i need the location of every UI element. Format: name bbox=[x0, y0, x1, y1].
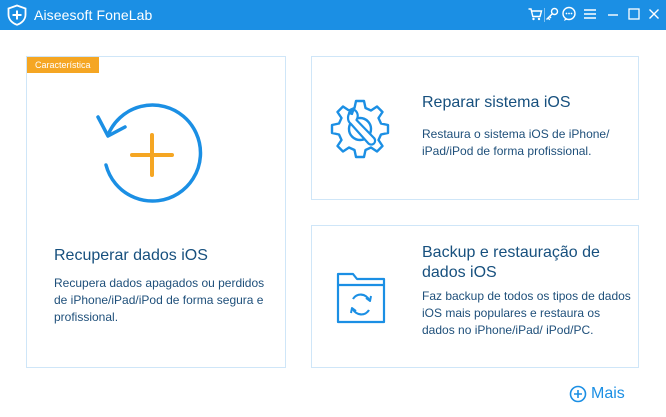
feature-badge: Característica bbox=[27, 57, 99, 73]
maximize-icon[interactable] bbox=[626, 6, 642, 22]
restore-plus-icon bbox=[96, 103, 203, 203]
app-title: Aiseesoft FoneLab bbox=[34, 7, 153, 23]
backup-card-title: Backup e restauração de dados iOS bbox=[422, 244, 600, 281]
recover-card-title: Recuperar dados iOS bbox=[54, 247, 208, 264]
folder-sync-icon bbox=[336, 272, 386, 324]
wrench-gear-icon bbox=[330, 99, 390, 159]
close-icon[interactable] bbox=[646, 6, 662, 22]
shield-plus-icon bbox=[7, 4, 27, 26]
recover-ios-data-card[interactable]: Característica Recuperar dados iOS Recup… bbox=[26, 56, 286, 368]
more-label: Mais bbox=[591, 385, 625, 402]
backup-restore-card[interactable]: Backup e restauração de dados iOS Faz ba… bbox=[311, 225, 639, 368]
key-icon[interactable] bbox=[544, 6, 560, 22]
titlebar-separator bbox=[544, 8, 545, 22]
title-bar: Aiseesoft FoneLab bbox=[0, 0, 666, 30]
minimize-icon[interactable] bbox=[605, 6, 621, 22]
plus-circle-icon bbox=[569, 385, 587, 403]
repair-ios-system-card[interactable]: Reparar sistema iOS Restaura o sistema i… bbox=[311, 56, 639, 200]
menu-icon[interactable] bbox=[582, 6, 598, 22]
recover-card-description: Recupera dados apagados ou perdidos de i… bbox=[54, 276, 265, 324]
repair-card-title: Reparar sistema iOS bbox=[422, 94, 571, 111]
cart-icon[interactable] bbox=[527, 6, 543, 22]
repair-card-description: Restaura o sistema iOS de iPhone/ iPad/i… bbox=[422, 127, 610, 158]
backup-card-description: Faz backup de todos os tipos de dados iO… bbox=[422, 289, 631, 337]
chat-icon[interactable] bbox=[561, 6, 577, 22]
more-button[interactable]: Mais bbox=[569, 383, 625, 405]
